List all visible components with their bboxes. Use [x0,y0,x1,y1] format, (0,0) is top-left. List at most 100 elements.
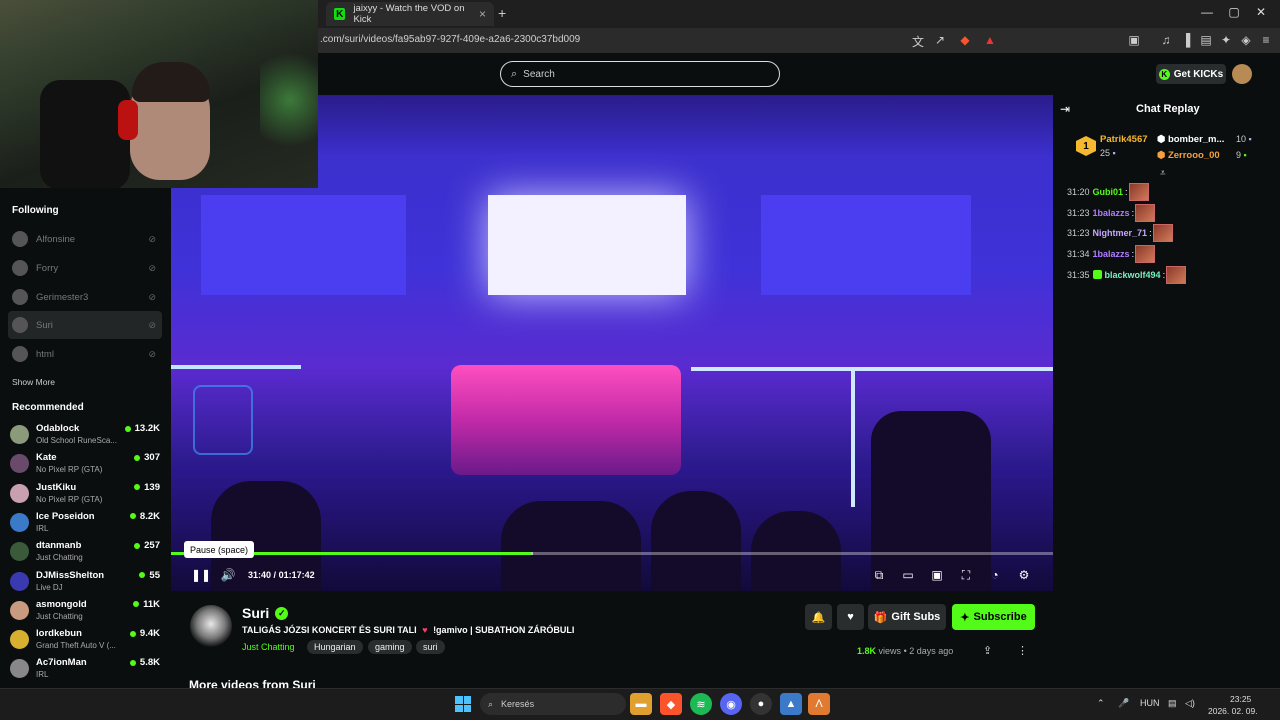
posted-time: 2 days ago [909,646,954,656]
emote-icon [1128,183,1149,201]
chat-username[interactable]: Nightmer_71 [1093,228,1148,238]
url-field[interactable]: .com/suri/videos/fa95ab97-927f-409e-a2a6… [320,34,580,45]
minimize-window-icon[interactable]: — [1197,5,1217,19]
heart-icon: ♥ [422,625,428,635]
clock-date[interactable]: 2026. 02. 09. [1208,706,1258,716]
live-dot-icon [139,572,146,578]
avatar [12,289,28,305]
fullscreen-icon[interactable]: ⛶ [958,568,974,583]
live-dot-icon [129,659,136,666]
tag[interactable]: suri [416,640,445,654]
channel-name[interactable]: Suri ✓ [242,605,289,621]
theater-icon[interactable]: ▭ [900,568,916,582]
collapse-chat-icon[interactable]: ⇥ [1060,102,1070,116]
browser-tab[interactable]: K jaixyy - Watch the VOD on Kick × [326,2,494,26]
network-icon[interactable]: ▤ [1168,698,1177,709]
follow-heart-button[interactable]: ♥ [837,604,864,630]
subscribe-button[interactable]: ✦ Subscribe [952,604,1035,630]
vpn-icon[interactable]: ◈ [1238,33,1254,47]
sidebar-recommended-item[interactable]: Ac7ionMan IRL 5.8K [10,655,162,683]
chat-username[interactable]: blackwolf494 [1105,270,1161,280]
chat-username[interactable]: 1balazzs [1093,208,1130,218]
sidebar-recommended-item[interactable]: DJMissShelton Live DJ 55 [10,568,162,596]
language-indicator[interactable]: HUN [1140,698,1160,708]
settings-icon[interactable]: ⚙ [1016,568,1032,582]
discord-icon[interactable]: ◉ [720,693,742,715]
sidebar-recommended-item[interactable]: JustKiku No Pixel RP (GTA) 139 [10,480,162,508]
duration: 01:17:42 [278,570,315,580]
pause-icon[interactable]: ❚❚ [191,568,211,582]
sidebar-following-item[interactable]: Forry ⊘ [8,254,162,282]
gift-subs-button[interactable]: 🎁 Gift Subs [868,604,946,630]
reader-icon[interactable]: ▐ [1178,33,1194,47]
tag[interactable]: gaming [368,640,412,654]
heart-icon: ♥ [847,611,854,623]
miniplayer-icon[interactable]: ⧉ [871,568,887,583]
sidebar-recommended-item[interactable]: Kate No Pixel RP (GTA) 307 [10,450,162,478]
volume-icon[interactable]: 🔊 [220,568,236,582]
channel-name: DJMissShelton [36,569,105,581]
more-options-icon[interactable]: ⋮ [1017,644,1028,657]
channel-avatar[interactable] [190,605,232,647]
new-tab-button[interactable]: + [498,5,506,21]
brave-rewards-icon[interactable]: ▲ [982,33,998,47]
gifter-name[interactable]: ⬢ bomber_m... [1157,134,1224,145]
sidebar-recommended-item[interactable]: lordkebun Grand Theft Auto V (... 9.4K [10,626,162,654]
top-gifter-name[interactable]: Patrik4567 [1100,134,1148,145]
channel-name: Odablock [36,423,80,434]
app-icon[interactable]: Λ [808,693,830,715]
translate-icon[interactable]: 文 [910,33,926,50]
sidebar-following-item[interactable]: Alfonsine ⊘ [8,225,162,253]
menu-icon[interactable]: ≡ [1258,33,1274,47]
channel-name: Kate [36,452,57,464]
share-icon[interactable]: ⇪ [983,644,992,657]
sidebar-recommended-item[interactable]: Ice Poseidon IRL 8.2K [10,509,162,537]
viewer-count: 8.2K [129,511,160,522]
category-link[interactable]: Just Chatting [242,642,295,652]
search-input[interactable]: ⌕ Search [500,61,780,87]
live-dot-icon [134,454,141,461]
brave-browser-icon[interactable]: ◆ [660,693,682,715]
leo-ai-icon[interactable]: ✦ [1218,33,1234,47]
video-frame-screen-center [488,195,686,295]
chat-username[interactable]: 1balazzs [1093,249,1130,259]
tag[interactable]: Hungarian [307,640,363,654]
share-page-icon[interactable]: ↗ [932,33,948,47]
get-kicks-button[interactable]: K Get KICKs [1156,64,1226,84]
file-explorer-icon[interactable]: ▬ [630,693,652,715]
sidebar-toggle-icon[interactable]: ▣ [1126,33,1142,47]
chat-username[interactable]: Gubi01 [1093,187,1124,197]
brave-shield-icon[interactable]: ◆ [957,33,973,47]
spotify-icon[interactable]: ≋ [690,693,712,715]
speed-icon[interactable]: ◔ [987,568,1003,582]
sidebar-following-item[interactable]: Gerimester3 ⊘ [8,283,162,311]
close-window-icon[interactable]: ✕ [1251,5,1271,19]
photos-icon[interactable]: ▲ [780,693,802,715]
viewer-count: 55 [139,570,160,581]
avatar [12,260,28,276]
notification-bell-button[interactable]: 🔔 [805,604,832,630]
sidebar-recommended-item[interactable]: dtanmanb Just Chatting 257 [10,538,162,566]
media-icon[interactable]: ♫ [1158,33,1174,47]
video-frame-wall-logo [193,385,253,455]
wallet-icon[interactable]: ▤ [1198,33,1214,47]
windows-start-icon[interactable] [455,696,471,712]
tray-expand-icon[interactable]: ⌃ [1097,698,1105,709]
clock-time[interactable]: 23:25 [1230,694,1251,704]
taskbar-search-placeholder: Keresés [501,699,535,709]
close-tab-icon[interactable]: × [479,7,486,21]
speaker-icon[interactable]: ◁) [1185,698,1195,709]
sidebar-following-item[interactable]: Suri ⊘ [8,311,162,339]
sidebar-recommended-item[interactable]: asmongold Just Chatting 11K [10,597,162,625]
sidebar-following-item[interactable]: html ⊘ [8,340,162,368]
sidebar-recommended-item[interactable]: Odablock Old School RuneSca... 13.2K [10,421,162,449]
gifter-name[interactable]: ⬢ Zerrooo_00 [1157,150,1220,161]
clip-icon[interactable]: ▣ [929,568,945,582]
expand-gifters-icon[interactable]: ⩡ [1160,168,1166,179]
microphone-icon[interactable]: 🎤 [1118,698,1129,709]
user-avatar[interactable] [1232,64,1252,84]
taskbar-search-input[interactable]: ⌕ Keresés [480,693,626,715]
obs-icon[interactable]: ● [750,693,772,715]
show-more-link[interactable]: Show More [12,377,55,387]
maximize-window-icon[interactable]: ▢ [1224,5,1244,19]
